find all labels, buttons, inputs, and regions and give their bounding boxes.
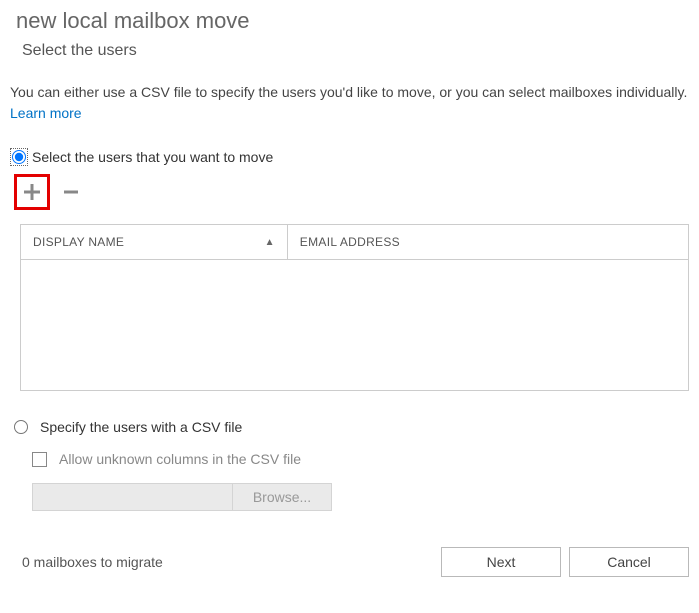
option-select-users-label: Select the users that you want to move (32, 149, 273, 165)
minus-icon (60, 181, 82, 203)
column-display-name[interactable]: DISPLAY NAME ▲ (21, 225, 288, 259)
user-list-toolbar (14, 174, 689, 210)
option-csv-row: Specify the users with a CSV file (14, 419, 689, 435)
cancel-button[interactable]: Cancel (569, 547, 689, 577)
users-table: DISPLAY NAME ▲ EMAIL ADDRESS (20, 224, 689, 391)
option-select-users-row: Select the users that you want to move (10, 148, 689, 166)
migration-status: 0 mailboxes to migrate (22, 554, 163, 570)
csv-file-path-input (32, 483, 232, 511)
description-text: You can either use a CSV file to specify… (10, 82, 689, 124)
table-body-empty (21, 260, 688, 390)
radio-focus-outline (10, 148, 28, 166)
next-button[interactable]: Next (441, 547, 561, 577)
plus-icon (21, 181, 43, 203)
option-csv-radio[interactable] (14, 420, 28, 434)
learn-more-link[interactable]: Learn more (10, 105, 82, 121)
allow-unknown-columns-checkbox[interactable] (32, 452, 47, 467)
add-user-button[interactable] (19, 179, 45, 205)
column-display-name-label: DISPLAY NAME (33, 235, 124, 249)
remove-user-button[interactable] (58, 179, 84, 205)
option-select-users-radio[interactable] (12, 150, 26, 164)
table-header-row: DISPLAY NAME ▲ EMAIL ADDRESS (21, 225, 688, 260)
allow-unknown-columns-label: Allow unknown columns in the CSV file (59, 451, 301, 467)
dialog-footer: 0 mailboxes to migrate Next Cancel (22, 547, 689, 577)
page-title: new local mailbox move (10, 8, 689, 34)
column-email-address[interactable]: EMAIL ADDRESS (288, 225, 688, 259)
page-subtitle: Select the users (10, 42, 689, 60)
browse-button: Browse... (232, 483, 332, 511)
csv-file-row: Browse... (32, 483, 689, 511)
add-button-highlight (14, 174, 50, 210)
description-body: You can either use a CSV file to specify… (10, 84, 687, 100)
footer-buttons: Next Cancel (441, 547, 689, 577)
sort-asc-icon: ▲ (265, 237, 275, 248)
column-email-address-label: EMAIL ADDRESS (300, 235, 400, 249)
option-csv-label: Specify the users with a CSV file (40, 419, 242, 435)
allow-unknown-columns-row: Allow unknown columns in the CSV file (32, 451, 689, 467)
